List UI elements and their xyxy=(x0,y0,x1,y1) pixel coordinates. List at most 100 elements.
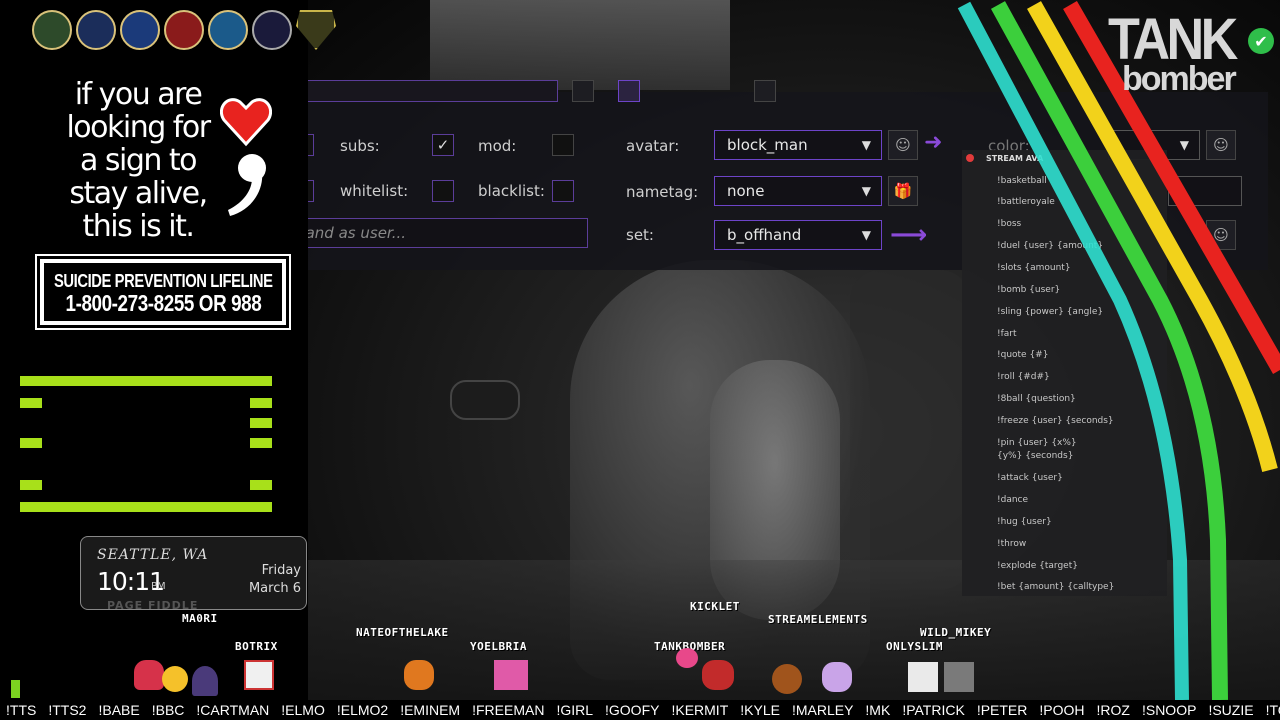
avatar-sprite xyxy=(244,660,274,690)
clock-day: Friday xyxy=(261,563,301,578)
air-force-seal-icon xyxy=(120,10,160,50)
avatar-name: MA0RI xyxy=(182,612,218,625)
avatar-name: ONLYSLIM xyxy=(886,640,943,653)
frame-bar xyxy=(250,418,272,428)
avatar-sprite xyxy=(134,660,164,690)
logo-bomber-text: bomber xyxy=(1122,60,1237,98)
avatar-sprite xyxy=(192,666,218,696)
ticker-command: !ELMO2 xyxy=(336,702,389,718)
ticker-command: !SNOOP xyxy=(1141,702,1197,718)
pumpkin-sprite xyxy=(404,660,434,690)
lifeline-title: SUICIDE PREVENTION LIFELINE xyxy=(53,271,273,291)
refresh-icon[interactable] xyxy=(572,80,594,102)
heart-sprite xyxy=(676,648,698,668)
avatar-sprite xyxy=(772,664,802,694)
suicide-awareness-message: if you are looking for a sign to stay al… xyxy=(58,78,218,243)
message-line: this is it. xyxy=(82,209,195,244)
avatar-name: BOTRIX xyxy=(235,640,278,653)
avatar-sprite xyxy=(822,662,852,692)
heart-icon xyxy=(220,98,272,147)
frame-bar xyxy=(250,480,272,490)
ticker-command: !KERMIT xyxy=(671,702,729,718)
avatar-name: WILD_MIKEY xyxy=(920,626,992,639)
set-select[interactable]: b_offhand ▼ xyxy=(714,220,882,250)
message-line: a sign to xyxy=(79,143,198,178)
avatar-name: STREAMELEMENTS xyxy=(768,613,868,626)
tank-sprite xyxy=(702,660,734,690)
space-force-seal-icon xyxy=(252,10,292,50)
edit-icon[interactable] xyxy=(618,80,640,102)
mod-checkbox[interactable] xyxy=(552,134,574,156)
message-line: looking for xyxy=(66,110,211,145)
suicide-prevention-lifeline-banner: SUICIDE PREVENTION LIFELINE 1-800-273-82… xyxy=(35,254,291,330)
avatar-name: NATEOFTHELAKE xyxy=(356,626,449,639)
avatar-user-icon[interactable]: ☺ xyxy=(888,130,918,160)
arrow-right-icon: ➜ xyxy=(924,130,943,155)
small-toggle[interactable] xyxy=(754,80,776,102)
avatar-sprite xyxy=(494,660,528,690)
ticker-command: !ROZ xyxy=(1096,702,1130,718)
message-line: if you are xyxy=(74,77,203,112)
username-field[interactable] xyxy=(288,80,558,102)
ticker-command: !BBC xyxy=(151,702,185,718)
frame-bar xyxy=(20,438,42,448)
camera-light xyxy=(430,0,730,90)
clock-widget: SEATTLE, WA 10:11 PM Friday March 6 PAGE… xyxy=(80,536,307,612)
avatar-sprite xyxy=(908,662,938,692)
ticker-command: !TTS2 xyxy=(48,702,87,718)
navy-seal-icon xyxy=(76,10,116,50)
avatar-select-value: block_man xyxy=(727,136,808,154)
frame-bar xyxy=(20,398,42,408)
ticker-command: !ELMO xyxy=(281,702,325,718)
blacklist-checkbox[interactable] xyxy=(552,180,574,202)
ticker-command: !PATRICK xyxy=(902,702,965,718)
sound-command-ticker: !TTS !TTS2 !BABE !BBC !CARTMAN !ELMO !EL… xyxy=(0,700,1280,720)
avatar-sprite xyxy=(162,666,188,692)
mod-label: mod: xyxy=(478,137,517,155)
avatar-select[interactable]: block_man ▼ xyxy=(714,130,882,160)
set-label: set: xyxy=(626,226,654,244)
avatar-name: KICKLET xyxy=(690,600,740,613)
subs-label: subs: xyxy=(340,137,380,155)
avatar-label: avatar: xyxy=(626,137,680,155)
army-seal-icon xyxy=(32,10,72,50)
ticker-command: !FREEMAN xyxy=(472,702,545,718)
tankbomber-logo: TANK bomber xyxy=(1106,10,1276,100)
chevron-down-icon: ▼ xyxy=(861,138,871,152)
nametag-select-value: none xyxy=(727,182,765,200)
support-troops-badge xyxy=(296,10,336,50)
ticker-command: !GOOFY xyxy=(605,702,660,718)
frame-bar xyxy=(20,376,272,386)
rainbow-stripes xyxy=(957,1,1280,700)
chevron-down-icon: ▼ xyxy=(861,228,871,242)
whitelist-label: whitelist: xyxy=(340,182,409,200)
ticker-command: !TTS xyxy=(6,702,37,718)
ticker-command: !POOH xyxy=(1039,702,1085,718)
ticker-command: !CARTMAN xyxy=(196,702,270,718)
gift-icon[interactable]: 🎁 xyxy=(888,176,918,206)
nametag-select[interactable]: none ▼ xyxy=(714,176,882,206)
marines-seal-icon xyxy=(164,10,204,50)
ticker-command: !TOWEL xyxy=(1265,702,1280,718)
ticker-command: !KYLE xyxy=(740,702,780,718)
frame-bar xyxy=(20,480,42,490)
verified-check-icon: ✔ xyxy=(1248,28,1274,54)
lifeline-number: 1-800-273-8255 OR 988 xyxy=(65,290,261,316)
blacklist-label: blacklist: xyxy=(478,182,545,200)
subs-checkbox[interactable]: ✓ xyxy=(432,134,454,156)
set-select-value: b_offhand xyxy=(727,226,802,244)
ticker-command: !MK xyxy=(865,702,891,718)
frame-bar xyxy=(250,438,272,448)
ticker-command: !SUZIE xyxy=(1208,702,1254,718)
command-as-user-input[interactable]: mand as user... xyxy=(288,218,588,248)
coast-guard-seal-icon xyxy=(208,10,248,50)
ticker-command: !MARLEY xyxy=(791,702,854,718)
ticker-command: !GIRL xyxy=(556,702,594,718)
clock-ampm: PM xyxy=(151,581,166,592)
avatar-sprite xyxy=(944,662,974,692)
ghost-label: PAGE FIDDLE xyxy=(107,599,199,612)
message-line: stay alive, xyxy=(69,176,208,211)
long-arrow-right-icon: ⟶ xyxy=(890,220,928,250)
whitelist-checkbox[interactable] xyxy=(432,180,454,202)
ticker-command: !PETER xyxy=(976,702,1028,718)
